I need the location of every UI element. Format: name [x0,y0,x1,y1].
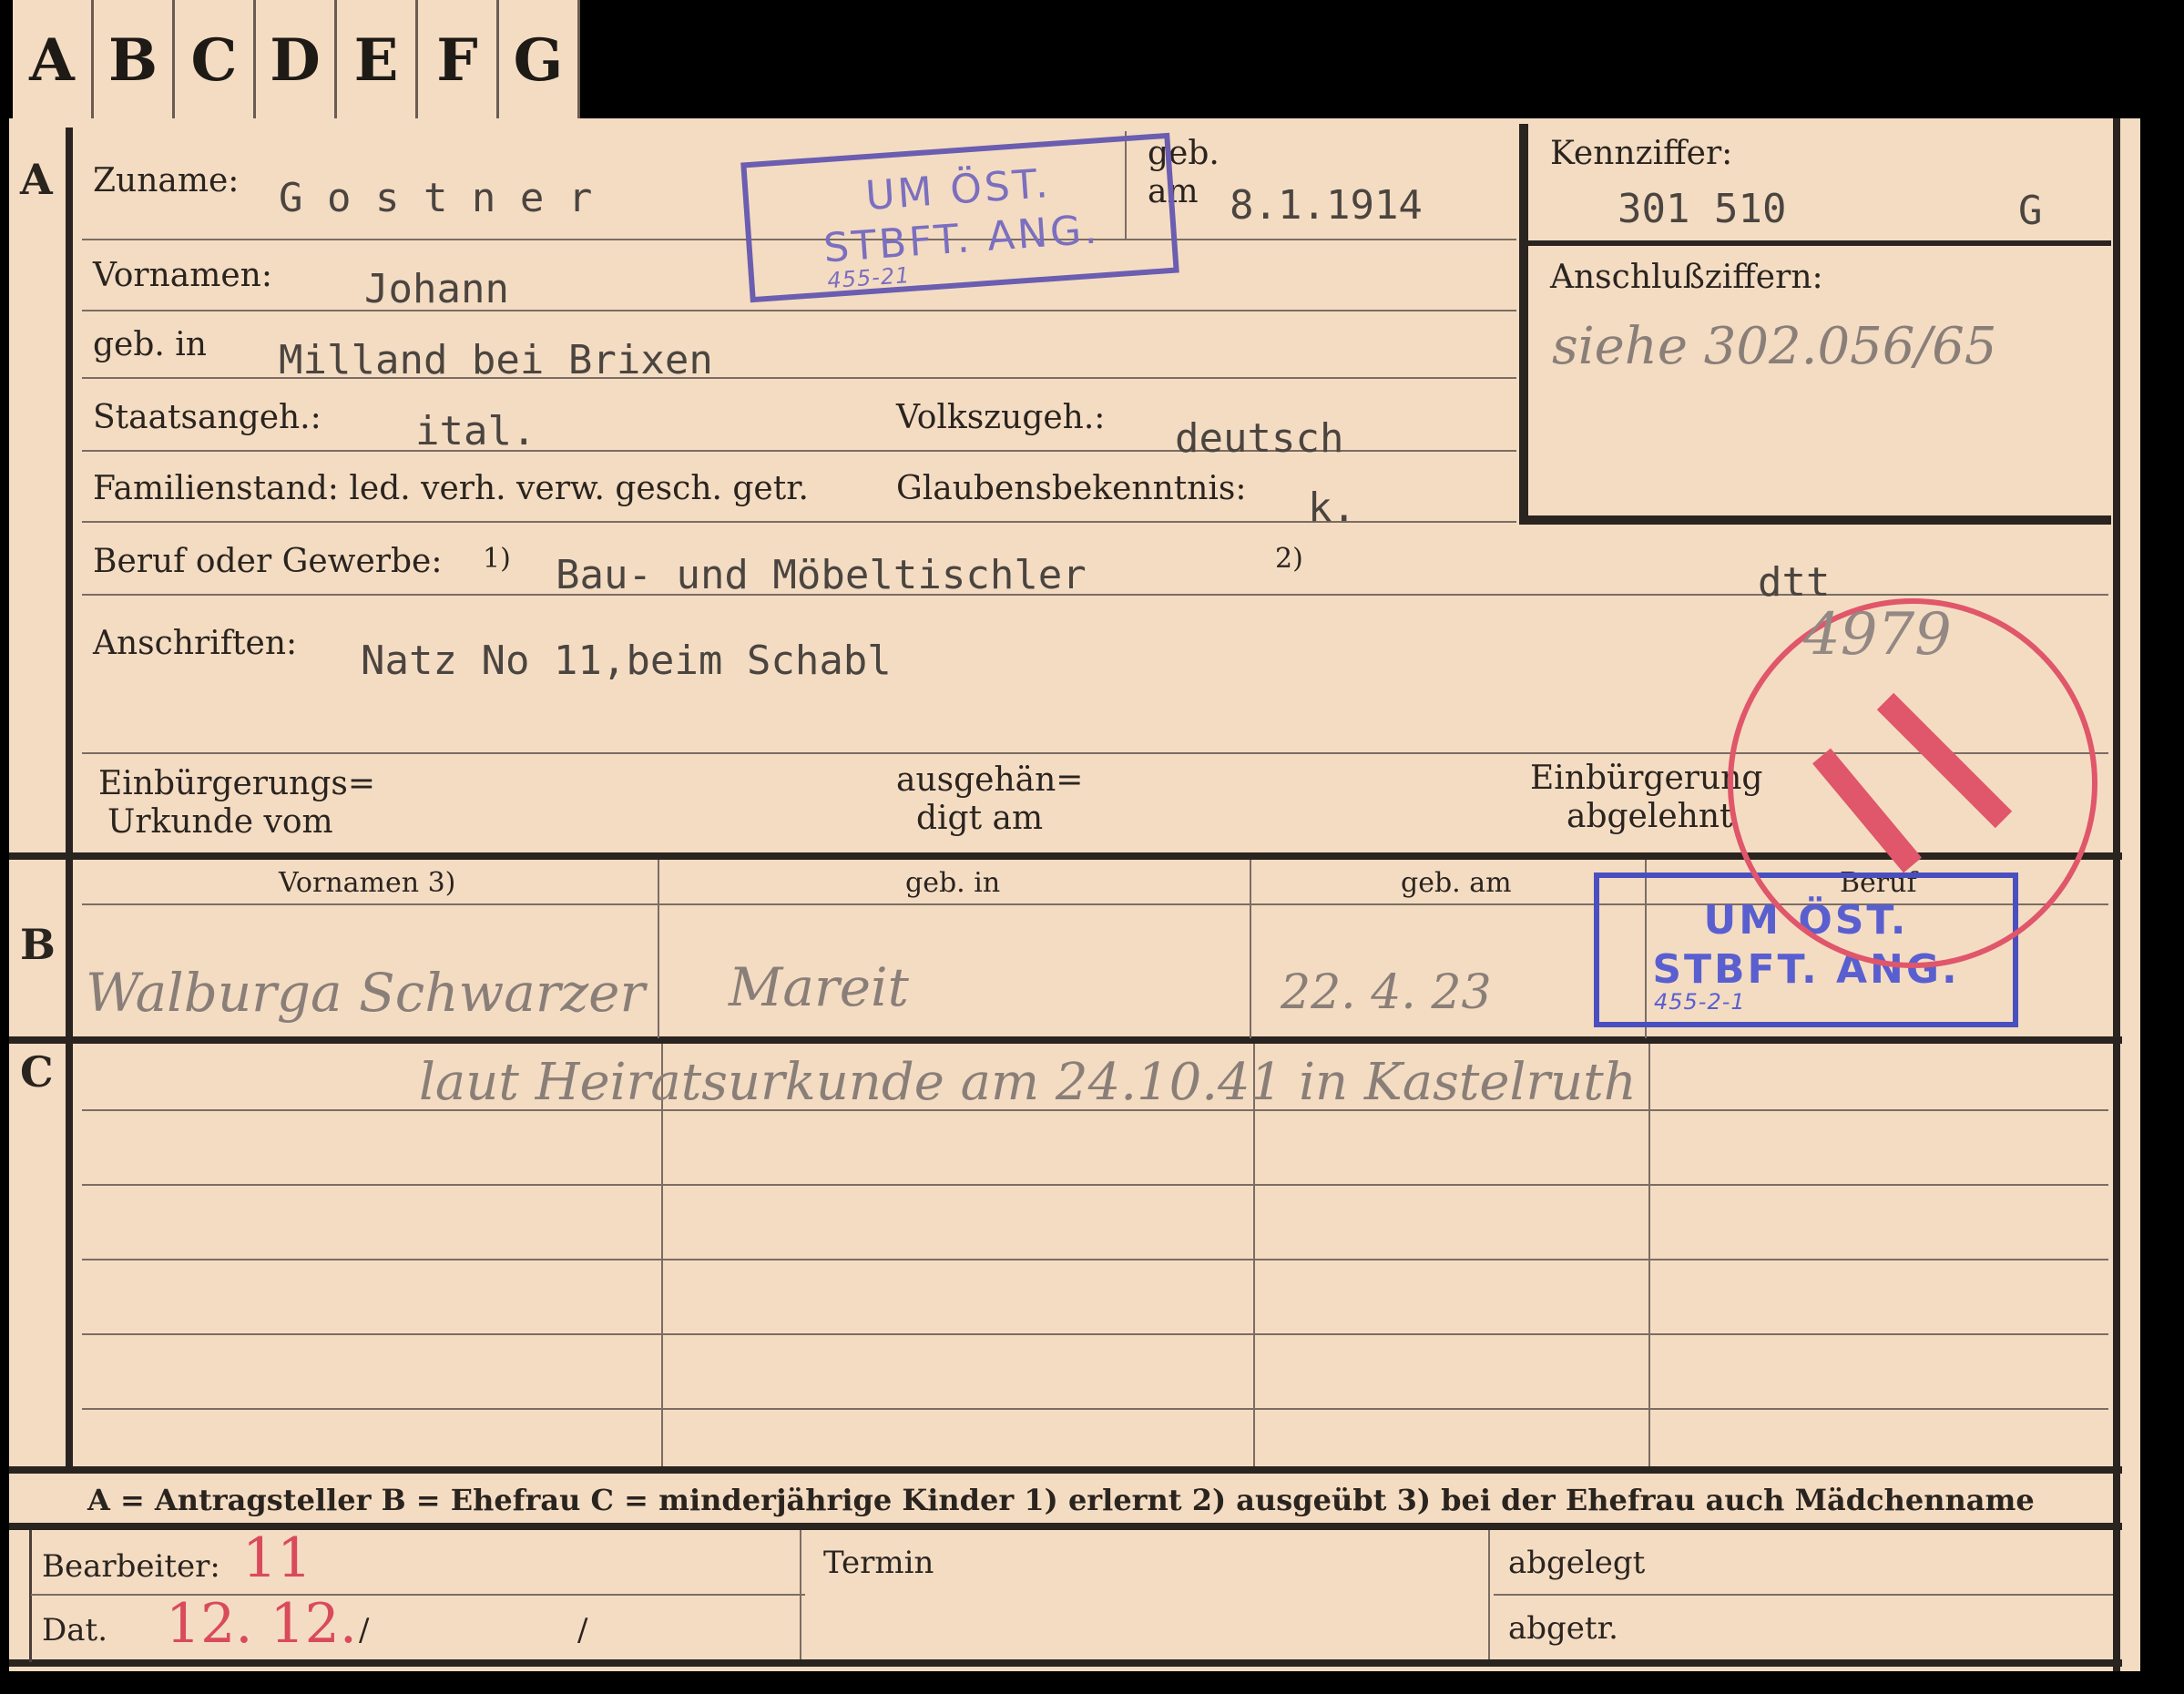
red-stamp-big-number: 11 [1876,710,1877,711]
section-c-rule-3 [82,1259,2108,1260]
section-letter-a: A [20,155,53,204]
index-tab-c: C [172,0,253,120]
kennziffer-suffix: G [2018,188,2043,234]
geb-in-value: Milland bei Brixen [279,337,713,383]
ausgehaendigt-label-1: ausgehän= [896,761,1084,799]
section-b-geb-am-value: 22. 4. 23 [1281,965,1492,1020]
dat-slash-2: / [577,1612,588,1648]
kennziffer-value: 301 510 [1618,186,1787,232]
divider-legend-footer [9,1523,2122,1530]
index-tabs: A B C D E F G [13,0,580,120]
kennziffer-divider [1528,240,2111,246]
kennziffer-label: Kennziffer: [1550,135,1733,172]
frame-bottom [9,1659,2122,1667]
divider-b-c [9,1036,2122,1044]
stamp-um-oest-top: UM ÖST. STBFT. ANG. 455-21 [740,132,1179,303]
dat-slash-1: / [359,1612,370,1648]
einbuergerungsurkunde-label-2: Urkunde vom [107,803,333,841]
glaubens-value: k. [1308,485,1356,531]
footer-col-divider-2 [1488,1530,1490,1659]
beruf-footnote-2: 2) [1275,543,1303,575]
frame-left-b [66,862,73,1039]
volkszugeh-value: deutsch [1175,415,1344,462]
familienstand-label: Familienstand: led. verh. verw. gesch. g… [93,470,809,507]
staatsangeh-value: ital. [415,408,536,454]
vornamen-value: Johann [364,266,509,312]
section-b-col-divider-2 [1250,860,1251,1038]
dat-label: Dat. [42,1612,108,1648]
index-tab-b: B [91,0,172,120]
index-tab-e: E [334,0,415,120]
dat-value: 12. 12. [166,1592,357,1656]
index-tab-d: D [253,0,334,120]
bearbeiter-value: 11 [242,1526,312,1590]
zuname-value: G o s t n e r [279,175,593,221]
glaubens-label: Glaubensbekenntnis: [896,470,1247,507]
frame-left-footer [29,1530,32,1662]
section-c-rule-2 [82,1184,2108,1186]
section-b-geb-in-value: Mareit [729,956,909,1018]
legend-line: A = Antragsteller B = Ehefrau C = minder… [87,1483,2035,1517]
rule-vornamen [82,310,1516,311]
section-b-col-geb-in: geb. in [905,867,1001,899]
section-letter-b: B [20,920,56,969]
divider-c-legend [9,1466,2122,1474]
zuname-label: Zuname: [93,162,240,199]
geb-in-label: geb. in [93,326,207,363]
bearbeiter-label: Bearbeiter: [42,1548,220,1585]
footer-col-divider-1 [800,1530,801,1659]
einbuergerung-abgelehnt-label-2: abgelehnt [1567,798,1733,835]
section-c-rule-4 [82,1333,2108,1335]
anschlussziffern-label: Anschlußziffern: [1550,259,1823,296]
volkszugeh-label: Volkszugeh.: [896,399,1106,436]
abgetr-label: abgetr. [1508,1610,1618,1647]
footer-rule-right [1494,1594,2113,1596]
beruf-footnote-1: 1) [483,543,511,575]
ausgehaendigt-label-2: digt am [916,800,1044,837]
anschriften-label: Anschriften: [93,625,298,662]
frame-left-c [66,1044,73,1468]
section-b-col-geb-am: geb. am [1401,867,1512,899]
beruf-label: Beruf oder Gewerbe: [93,543,443,580]
frame-right [2113,118,2120,1671]
section-letter-c: C [20,1047,54,1097]
section-c-col-divider-3 [1648,1044,1650,1466]
footer-rule-left [31,1594,805,1596]
section-b-col-vornamen: Vornamen 3) [279,867,456,899]
stamp-top-note: 455-21 [826,262,912,294]
einbuergerungsurkunde-label-1: Einbürgerungs= [98,765,376,802]
red-stamp-number: 4979 [1803,601,1952,668]
staatsangeh-label: Staatsangeh.: [93,399,321,436]
index-tab-a: A [29,26,75,95]
stamp-b-note: 455-2-1 [1654,989,1746,1015]
anschlussziffern-value: siehe 302.056/65 [1552,317,1997,376]
section-c-note: laut Heiratsurkunde am 24.10.41 in Kaste… [419,1053,1637,1112]
abgelegt-label: abgelegt [1508,1545,1646,1581]
termin-label: Termin [823,1545,934,1581]
geb-am-value: 8.1.1914 [1230,182,1423,229]
section-b-col-divider-1 [658,860,659,1038]
anschriften-value: Natz No 11,beim Schabl [361,638,892,684]
section-b-vornamen-value: Walburga Schwarzer [86,962,646,1024]
beruf-value: Bau- und Möbeltischler [556,552,1087,598]
registration-card: A B C Kennziffer: 301 510 G Anschlußziff… [9,118,2140,1671]
vornamen-label: Vornamen: [93,257,272,294]
section-b-footnote-3: 3) [427,867,456,899]
red-stamp-stroke-2 [1876,692,2013,829]
red-stamp-stroke-1 [1812,748,1922,873]
rule-familienstand [82,521,1516,523]
frame-left-a [66,128,73,865]
section-c-rule-5 [82,1408,2108,1410]
index-tab-f: F [415,0,496,120]
index-tab-g: G [496,0,577,120]
